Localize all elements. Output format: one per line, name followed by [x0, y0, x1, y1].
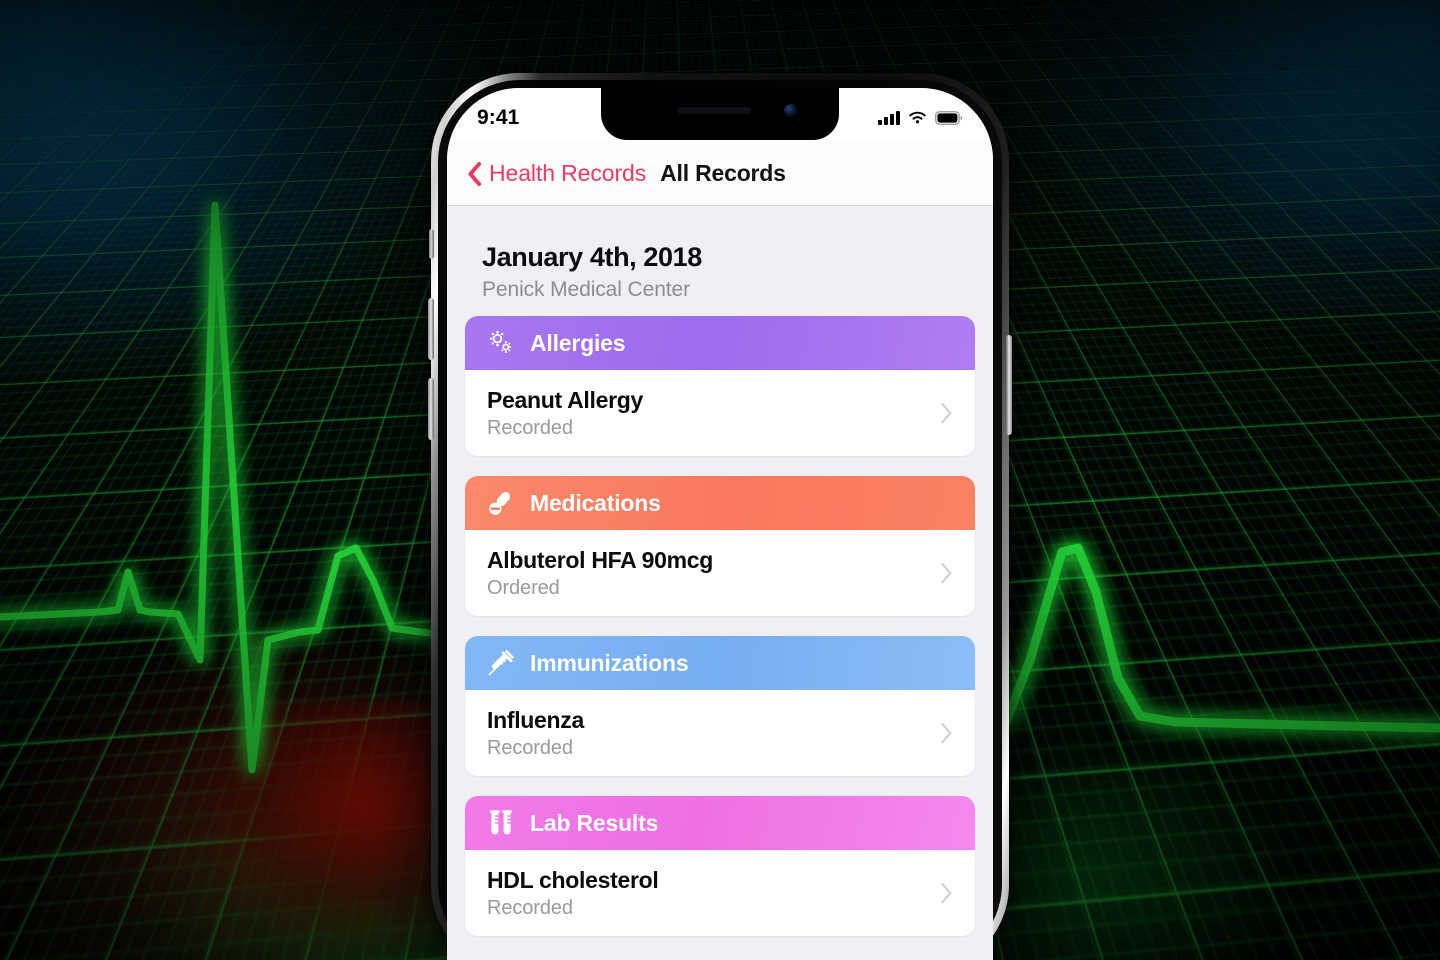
record-facility: Penick Medical Center [482, 278, 690, 301]
page-title: All Records [660, 160, 786, 186]
record-name: HDL cholesterol [487, 866, 659, 893]
card-allergies: Allergies Peanut Allergy Recorded [465, 316, 975, 456]
card-medications: Medications Albuterol HFA 90mcg Ordered [465, 476, 975, 616]
record-name: Influenza [487, 706, 584, 733]
card-header-lab-results: Lab Results [465, 796, 975, 850]
record-name: Peanut Allergy [487, 386, 643, 413]
record-name: Albuterol HFA 90mcg [487, 546, 714, 573]
chevron-right-icon [941, 722, 952, 744]
status-bar-time: 9:41 [477, 106, 520, 129]
test-tubes-icon [489, 810, 513, 835]
back-button[interactable]: Health Records [467, 160, 646, 187]
card-title: Immunizations [530, 649, 689, 676]
chevron-right-icon [941, 882, 952, 904]
record-status: Recorded [487, 416, 573, 439]
record-row[interactable]: Influenza Recorded [465, 690, 975, 776]
device-notch [601, 88, 839, 140]
iphone-device: 9:41 Health Records All Records January … [428, 73, 1012, 960]
volume-up-button[interactable] [428, 298, 434, 360]
card-title: Allergies [530, 329, 626, 356]
battery-full-icon [935, 111, 963, 125]
record-header: January 4th, 2018 Penick Medical Center [465, 206, 975, 316]
card-header-allergies: Allergies [465, 316, 975, 370]
chevron-left-icon [468, 161, 482, 186]
record-row[interactable]: HDL cholesterol Recorded [465, 850, 975, 936]
record-status: Recorded [487, 896, 573, 919]
card-lab-results: Lab Results HDL cholesterol Recorded [465, 796, 975, 936]
card-title: Medications [530, 489, 661, 516]
navigation-bar: Health Records All Records [447, 142, 993, 206]
record-status: Ordered [487, 576, 560, 599]
pills-icon [489, 491, 511, 515]
records-list[interactable]: January 4th, 2018 Penick Medical Center [447, 206, 993, 960]
record-date: January 4th, 2018 [482, 242, 702, 272]
wifi-icon [909, 111, 926, 124]
silent-switch-button[interactable] [429, 229, 434, 259]
signal-bars-icon [878, 111, 900, 125]
record-row[interactable]: Peanut Allergy Recorded [465, 370, 975, 456]
card-immunizations: Immunizations Influenza Recorded [465, 636, 975, 776]
power-button[interactable] [1006, 335, 1012, 435]
syringe-icon [488, 650, 514, 676]
card-title: Lab Results [530, 809, 659, 836]
record-status: Recorded [487, 736, 573, 759]
chevron-right-icon [941, 402, 952, 424]
chevron-right-icon [941, 562, 952, 584]
back-button-label: Health Records [489, 160, 647, 186]
card-header-medications: Medications [465, 476, 975, 530]
earpiece-speaker [677, 107, 752, 114]
record-row[interactable]: Albuterol HFA 90mcg Ordered [465, 530, 975, 616]
volume-down-button[interactable] [428, 378, 434, 440]
card-header-immunizations: Immunizations [465, 636, 975, 690]
status-bar-indicators [878, 105, 963, 125]
phone-screen: 9:41 Health Records All Records January … [447, 88, 993, 960]
allergen-pollen-icon [489, 330, 512, 354]
front-camera-icon [784, 104, 797, 117]
